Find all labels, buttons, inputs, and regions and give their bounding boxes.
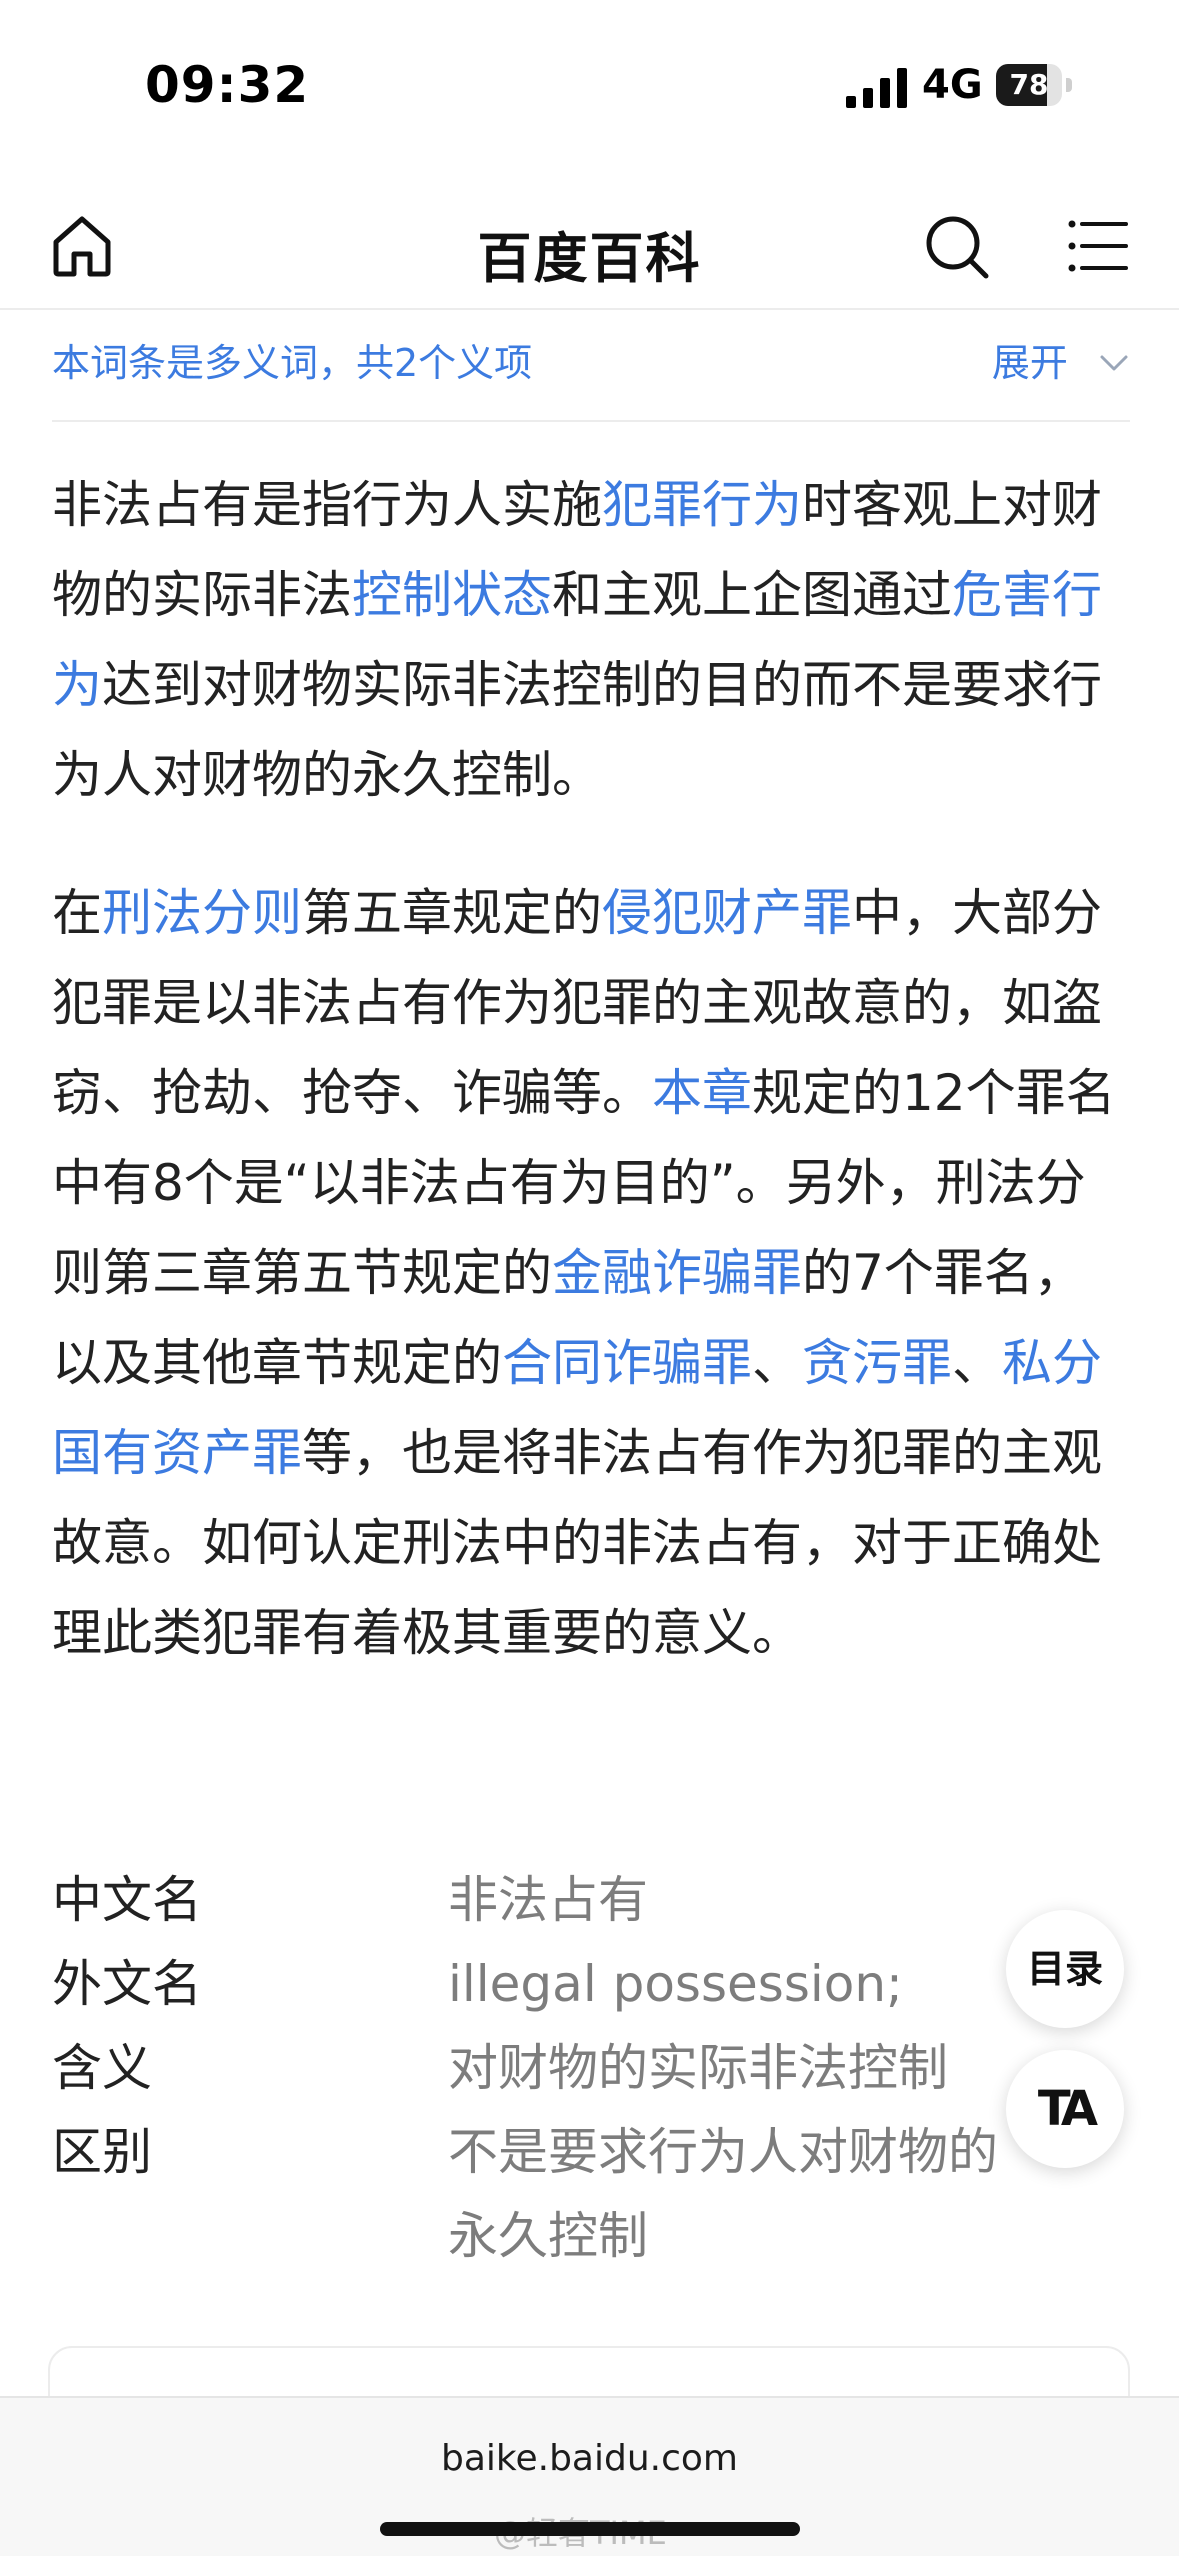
url-bar[interactable]: baike.baidu.com [0,2438,1179,2479]
page-title: 百度百科 [477,227,702,290]
info-value: 对财物的实际非法控制 [448,2039,948,2097]
article-link[interactable]: 控制状态 [352,566,552,624]
article-text: 非法占有是指行为人实施 [52,476,602,534]
signal-icon [846,68,907,108]
article-text: 和主观上企图通过 [552,566,952,624]
info-value: 非法占有 [448,1871,648,1929]
battery-icon: 78 [996,64,1062,106]
text-size-button[interactable]: TA [1006,2050,1124,2168]
info-row: 外文名 illegal possession; [52,1942,1052,2026]
info-label: 中文名 [52,1871,202,1929]
network-type: 4G [922,62,983,108]
article-text: 达到对财物实际非法控制的目的而不是要求行为人对财物的永久控制。 [52,656,1102,804]
article-link[interactable]: 金融诈骗罪 [552,1244,802,1302]
disambiguation-bar: 本词条是多义词，共2个义项 展开 [52,312,1130,422]
info-table: 中文名 非法占有外文名 illegal possession; 含义 对财物的实际非法控… [52,1858,1052,2278]
article-text: 、 [952,1334,1002,1392]
article-link[interactable]: 刑法分则 [102,884,302,942]
disambiguation-text[interactable]: 本词条是多义词，共2个义项 [52,332,532,387]
expand-button[interactable]: 展开 [992,332,1130,387]
article-text: 、 [752,1334,802,1392]
info-row: 中文名 非法占有 [52,1858,1052,1942]
battery-cap [1066,78,1072,92]
article-link[interactable]: 合同诈骗罪 [502,1334,752,1392]
page: 09:32 4G 78 百度百科 本词条是多义词，共2个义项 展开 非法占有是指… [0,0,1179,2556]
info-row: 含义 对财物的实际非法控制 [52,2026,1052,2110]
status-bar: 09:32 4G 78 [0,0,1179,170]
article-link[interactable]: 侵犯财产罪 [602,884,852,942]
info-label: 含义 [52,2039,152,2097]
battery-level: 78 [1009,68,1049,101]
menu-icon[interactable] [1066,214,1130,278]
article-link[interactable]: 犯罪行为 [602,476,802,534]
status-time: 09:32 [145,56,310,114]
search-icon[interactable] [920,210,992,282]
toc-button[interactable]: 目录 [1006,1910,1124,2028]
paragraph-2: 在刑法分则第五章规定的侵犯财产罪中，大部分犯罪是以非法占有作为犯罪的主观故意的，… [52,868,1132,1678]
home-indicator[interactable] [380,2522,800,2536]
info-row: 区别 不是要求行为人对财物的永久控制 [52,2110,1052,2278]
app-header: 百度百科 [0,190,1179,310]
info-value: illegal possession; [448,1955,903,2013]
browser-bottom-bar: baike.baidu.com @轻奢TIME [0,2396,1179,2556]
article-link[interactable]: 贪污罪 [802,1334,952,1392]
paragraph-1: 非法占有是指行为人实施犯罪行为时客观上对财物的实际非法控制状态和主观上企图通过危… [52,460,1132,820]
article-text: 在 [52,884,102,942]
info-label: 外文名 [52,1955,202,2013]
article-text: 第五章规定的 [302,884,602,942]
info-value: 不是要求行为人对财物的永久控制 [448,2123,998,2265]
article-link[interactable]: 本章 [652,1064,752,1122]
expand-label: 展开 [991,341,1068,385]
info-label: 区别 [52,2123,152,2181]
chevron-down-icon [1100,355,1128,370]
